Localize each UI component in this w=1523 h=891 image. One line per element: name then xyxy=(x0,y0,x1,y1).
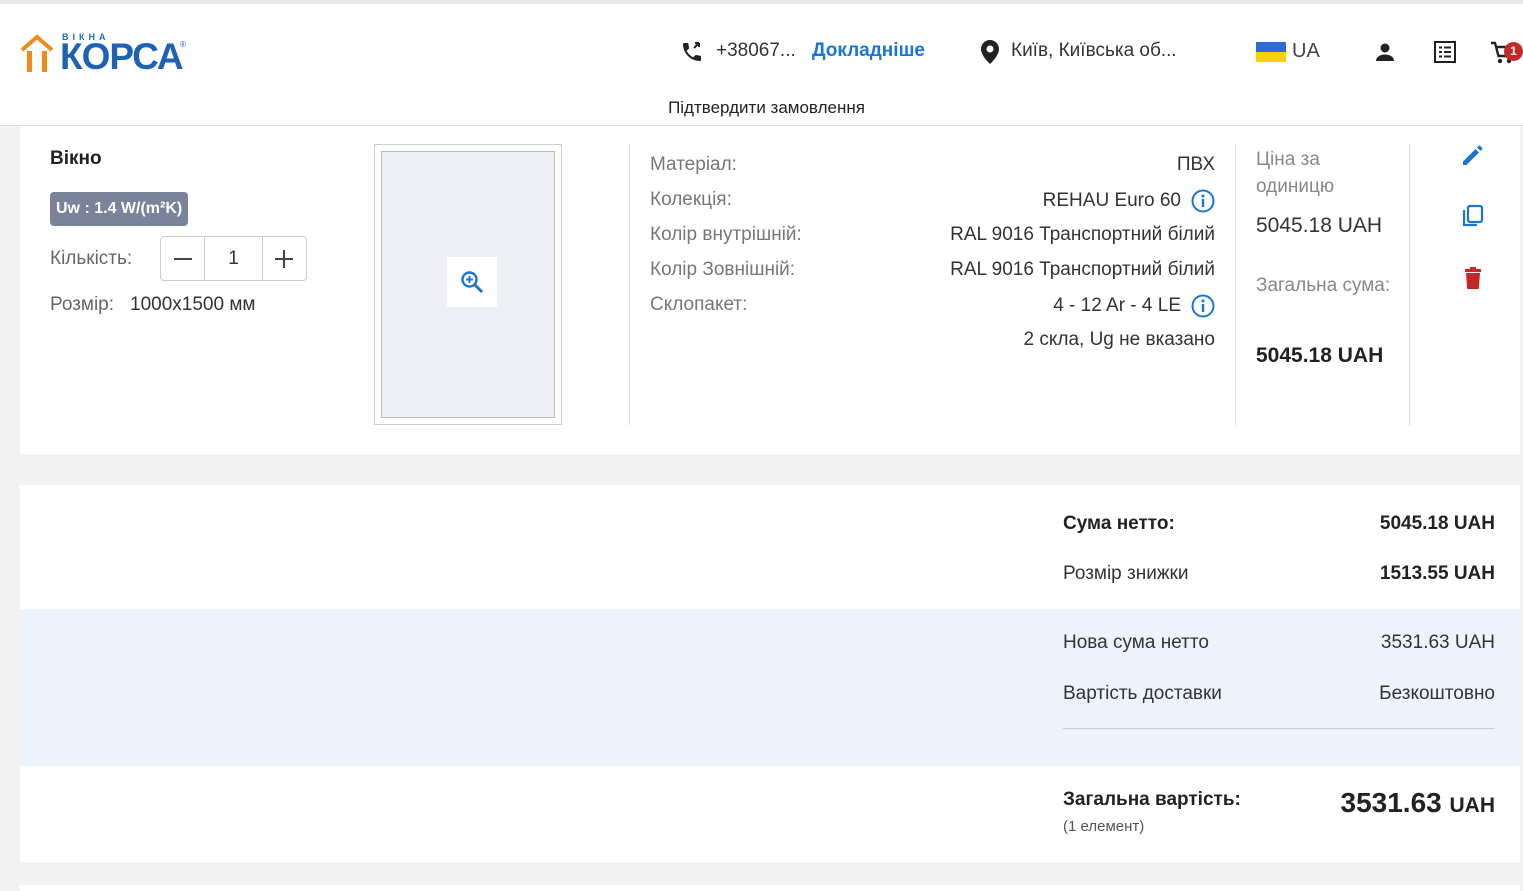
grand-total-label: Загальна вартість: xyxy=(1063,789,1241,810)
copy-icon[interactable] xyxy=(1460,203,1486,229)
plus-icon xyxy=(275,249,294,268)
language-selector[interactable]: UA xyxy=(1292,40,1320,63)
delivery-value: Безкоштовно xyxy=(1379,683,1495,704)
spec-row-color-outer: Колір Зовнішній: RAL 9016 Транспортний б… xyxy=(650,259,1215,289)
unit-price: 5045.18 UAH xyxy=(1256,214,1383,237)
info-icon[interactable] xyxy=(1191,294,1215,318)
spec-key: Колір внутрішній: xyxy=(650,224,802,245)
price-column: Ціна за одиницю 5045.18 UAH Загальна сум… xyxy=(1235,144,1410,425)
phone-number[interactable]: +38067... xyxy=(716,40,796,62)
uw-badge: Uw : 1.4 W/(m²K) xyxy=(50,192,189,226)
spec-row-glass-unit: Склопакет: 4 - 12 Ar - 4 LE xyxy=(650,294,1215,324)
ukraine-flag-icon[interactable] xyxy=(1256,42,1286,62)
discount-value: 1513.55 UAH xyxy=(1379,563,1495,584)
summary-new-net-row: Нова сума нетто 3531.63 UAH xyxy=(1063,632,1495,666)
cart-count-badge: 1 xyxy=(1504,42,1523,61)
window-preview xyxy=(374,144,562,425)
zoom-in-icon xyxy=(461,271,484,294)
spec-key: Колір Зовнішній: xyxy=(650,259,796,280)
delivery-label: Вартість доставки xyxy=(1063,683,1222,704)
new-net-value: 3531.63 UAH xyxy=(1380,632,1495,653)
order-summary: Сума нетто: 5045.18 UAH Розмір знижки 15… xyxy=(20,485,1520,862)
quantity-increase-button[interactable] xyxy=(263,237,306,280)
logo[interactable]: ВІКНА КОРСА ® xyxy=(20,32,210,78)
zoom-button[interactable] xyxy=(447,257,497,307)
edit-icon[interactable] xyxy=(1460,142,1486,168)
discount-label: Розмір знижки xyxy=(1063,563,1189,584)
phone-icon[interactable] xyxy=(680,40,704,64)
size-label: Розмір: xyxy=(50,294,115,315)
spec-row-material: Матеріал: ПВХ xyxy=(650,154,1215,184)
glass-note: 2 скла, Ug не вказано xyxy=(1023,329,1215,350)
order-list-icon[interactable] xyxy=(1433,40,1457,64)
new-net-label: Нова сума нетто xyxy=(1063,632,1209,653)
minus-icon xyxy=(173,257,192,260)
grand-total-value: 3531.63 UAH xyxy=(1341,787,1496,819)
user-icon[interactable] xyxy=(1373,40,1397,64)
unit-price-label: Ціна за одиницю xyxy=(1256,149,1335,197)
spec-row-collection: Колекція: REHAU Euro 60 xyxy=(650,189,1215,219)
net-label: Сума нетто: xyxy=(1063,513,1175,534)
spec-value: REHAU Euro 60 xyxy=(1043,189,1215,213)
net-value: 5045.18 UAH xyxy=(1379,513,1495,534)
info-icon[interactable] xyxy=(1191,189,1215,213)
summary-net-row: Сума нетто: 5045.18 UAH xyxy=(1063,513,1495,547)
summary-discount-row: Розмір знижки 1513.55 UAH xyxy=(1063,563,1495,597)
spec-value: ПВХ xyxy=(1176,154,1215,175)
confirm-order-title: Підтвердити замовлення xyxy=(668,98,865,117)
site-header: ВІКНА КОРСА ® +38067... Докладніше Київ,… xyxy=(0,0,1523,92)
house-logo-icon xyxy=(20,34,54,72)
logo-registered: ® xyxy=(180,40,186,49)
quantity-decrease-button[interactable] xyxy=(161,237,204,280)
item-specs: Матеріал: ПВХ Колекція: REHAU Euro 60 Ко… xyxy=(629,144,1215,425)
item-total-price: 5045.18 UAH xyxy=(1256,344,1384,367)
item-total-label: Загальна сума: xyxy=(1256,275,1391,296)
summary-divider xyxy=(1063,728,1495,729)
grand-total-amount: 3531.63 xyxy=(1340,787,1442,818)
next-section-strip xyxy=(20,885,1520,891)
grand-total-count: (1 елемент) xyxy=(1063,818,1145,835)
spec-row-glass-note: 2 скла, Ug не вказано xyxy=(650,329,1215,359)
quantity-label: Кількість: xyxy=(50,248,133,269)
location-pin-icon[interactable] xyxy=(979,39,1001,65)
size-value: 1000x1500 мм xyxy=(130,294,256,315)
quantity-input[interactable]: 1 xyxy=(204,237,263,280)
phone-more-link[interactable]: Докладніше xyxy=(812,40,925,62)
delete-icon[interactable] xyxy=(1460,265,1486,291)
summary-delivery-row: Вартість доставки Безкоштовно xyxy=(1063,683,1495,717)
quantity-stepper: 1 xyxy=(160,236,307,281)
grand-total-currency: UAH xyxy=(1449,794,1496,817)
spec-value: 4 - 12 Ar - 4 LE xyxy=(1053,294,1215,318)
spec-key: Матеріал: xyxy=(650,154,737,175)
item-title: Вікно xyxy=(50,148,102,169)
spec-value: RAL 9016 Транспортний білий xyxy=(950,259,1215,280)
spec-value: RAL 9016 Транспортний білий xyxy=(950,224,1215,245)
spec-key: Колекція: xyxy=(650,189,732,210)
order-item-card: Вікно Uw : 1.4 W/(m²K) Кількість: 1 Розм… xyxy=(20,126,1520,454)
logo-title: КОРСА xyxy=(60,36,184,77)
location-selector[interactable]: Київ, Київська об... xyxy=(1011,40,1191,62)
spec-row-color-inner: Колір внутрішній: RAL 9016 Транспортний … xyxy=(650,224,1215,254)
confirm-order-bar: Підтвердити замовлення xyxy=(0,92,1523,126)
spec-key: Склопакет: xyxy=(650,294,748,315)
